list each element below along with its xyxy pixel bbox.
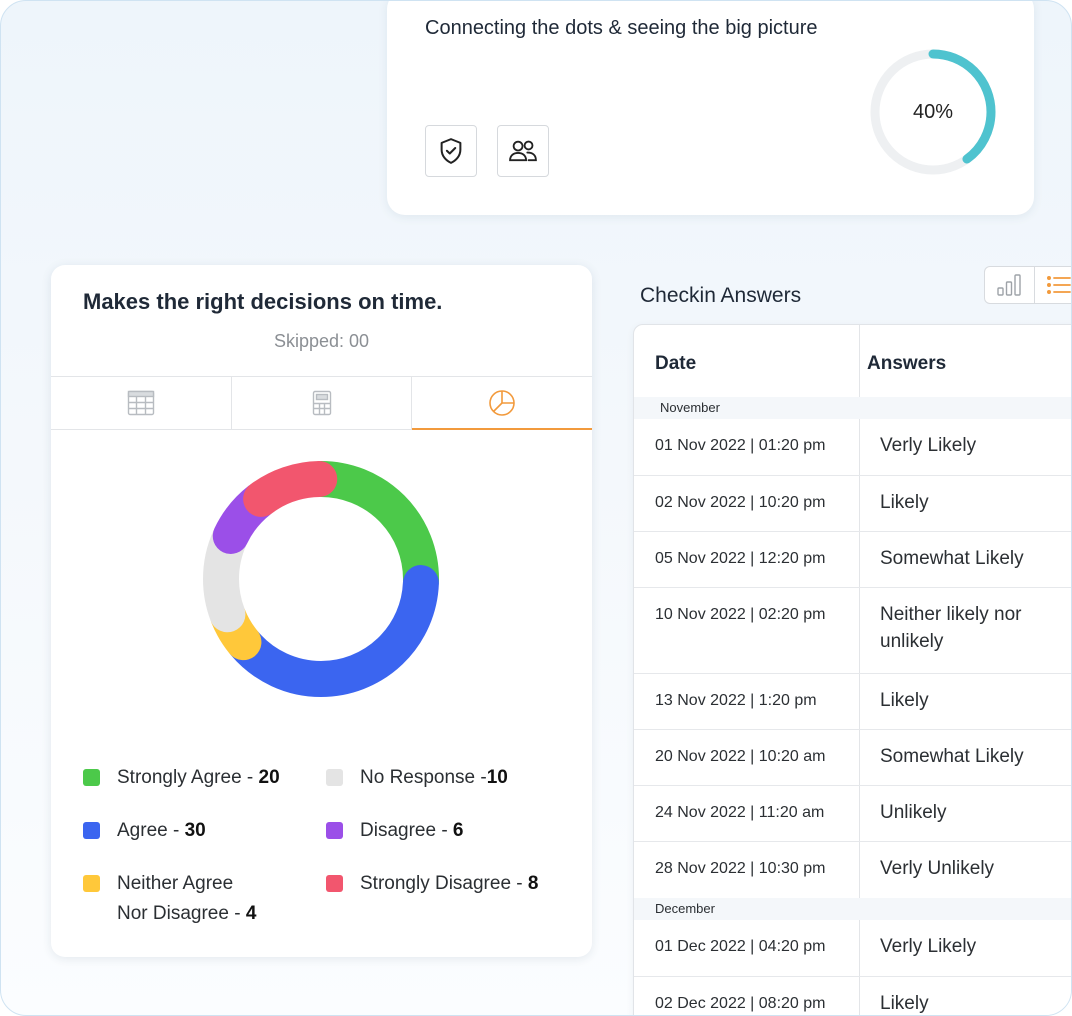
legend-swatch	[83, 875, 100, 892]
legend-swatch	[83, 822, 100, 839]
tab-pie-chart[interactable]	[412, 377, 592, 430]
row-date: 01 Dec 2022 | 04:20 pm	[655, 938, 826, 955]
pie-chart-icon	[489, 390, 515, 416]
table-row[interactable]: 05 Nov 2022 | 12:20 pm Somewhat Likely	[634, 532, 1071, 588]
legend-item: Disagree - 6	[326, 816, 464, 846]
legend-label: Strongly Disagree -	[360, 873, 528, 894]
legend-label: No Response -	[360, 767, 487, 788]
question-card: Makes the right decisions on time. Skipp…	[51, 265, 592, 957]
legend-value: 30	[184, 820, 206, 841]
legend-label: Neither Agree	[117, 873, 234, 894]
legend-value: 4	[245, 903, 257, 924]
legend-value: 10	[486, 767, 508, 788]
legend-swatch	[326, 769, 343, 786]
shield-button[interactable]	[425, 125, 477, 177]
tab-calculator[interactable]	[232, 377, 413, 429]
legend-value: 20	[258, 767, 280, 788]
row-date: 13 Nov 2022 | 1:20 pm	[655, 692, 817, 709]
row-answer: Likely	[880, 690, 929, 711]
shield-check-icon	[440, 138, 462, 164]
row-answer: Neither likely nor unlikely	[880, 604, 1022, 652]
skipped-count: Skipped: 00	[273, 331, 370, 351]
table-row[interactable]: 28 Nov 2022 | 10:30 pm Verly Unlikely	[634, 842, 1071, 898]
view-tabs	[51, 376, 592, 430]
row-date: 20 Nov 2022 | 10:20 am	[655, 748, 826, 765]
legend-item: No Response -10	[326, 763, 508, 793]
chart-view-button[interactable]	[985, 267, 1035, 303]
legend-item: Neither Agree Nor Disagree - 4	[83, 869, 256, 929]
bar-chart-icon	[997, 274, 1021, 296]
group-row-december: December	[634, 898, 1071, 920]
row-answer: Somewhat Likely	[880, 746, 1024, 767]
row-answer: Verly Unlikely	[880, 858, 995, 879]
group-label: December	[655, 901, 715, 916]
row-answer: Somewhat Likely	[880, 548, 1024, 569]
row-date: 24 Nov 2022 | 11:20 am	[655, 804, 825, 821]
row-date: 05 Nov 2022 | 12:20 pm	[655, 550, 826, 567]
legend-label: Agree -	[117, 820, 185, 841]
table-row[interactable]: 13 Nov 2022 | 1:20 pm Likely	[634, 674, 1071, 730]
row-date: 02 Nov 2022 | 10:20 pm	[655, 494, 826, 511]
row-date: 02 Dec 2022 | 08:20 pm	[655, 995, 826, 1012]
progress-label: 40%	[912, 100, 954, 123]
legend-label-line2: Nor Disagree -	[117, 903, 246, 924]
tab-table[interactable]	[51, 377, 232, 429]
goal-title: Connecting the dots & seeing the big pic…	[425, 17, 818, 39]
table-row[interactable]: 01 Dec 2022 | 04:20 pm Verly Likely	[634, 920, 1071, 977]
legend-item: Strongly Disagree - 8	[326, 869, 538, 899]
table-header: Date Answers	[634, 325, 1071, 397]
goal-card: Connecting the dots & seeing the big pic…	[387, 1, 1034, 215]
row-date: 10 Nov 2022 | 02:20 pm	[655, 606, 826, 623]
progress-ring: 40%	[867, 46, 999, 178]
legend-label: Strongly Agree -	[117, 767, 259, 788]
group-label: November	[660, 400, 720, 415]
list-view-button[interactable]	[1035, 267, 1072, 303]
legend-label: Disagree -	[360, 820, 453, 841]
calculator-icon	[312, 390, 331, 416]
row-date: 28 Nov 2022 | 10:30 pm	[655, 860, 826, 877]
legend-value: 6	[452, 820, 464, 841]
app-frame: Connecting the dots & seeing the big pic…	[0, 0, 1072, 1016]
table-row[interactable]: 02 Dec 2022 | 08:20 pm Likely	[634, 977, 1071, 1015]
legend-value: 8	[527, 873, 539, 894]
row-date: 01 Nov 2022 | 01:20 pm	[655, 437, 826, 454]
row-answer: Likely	[880, 492, 929, 513]
legend-swatch	[83, 769, 100, 786]
row-answer: Verly Likely	[880, 435, 977, 456]
checkin-table: Date Answers November 01 Nov 2022 | 01:2…	[633, 324, 1071, 1015]
donut-chart	[203, 461, 439, 697]
table-row[interactable]: 10 Nov 2022 | 02:20 pm Neither likely no…	[634, 588, 1071, 674]
legend-swatch	[326, 875, 343, 892]
users-icon	[509, 140, 537, 162]
question-title: Makes the right decisions on time.	[83, 289, 443, 314]
column-header-answers: Answers	[867, 353, 947, 374]
row-answer: Likely	[880, 993, 929, 1014]
list-icon	[1046, 276, 1071, 294]
legend-swatch	[326, 822, 343, 839]
view-toggle	[984, 266, 1072, 304]
table-row[interactable]: 20 Nov 2022 | 10:20 am Somewhat Likely	[634, 730, 1071, 786]
table-icon	[127, 390, 155, 416]
table-row[interactable]: 01 Nov 2022 | 01:20 pm Verly Likely	[634, 419, 1071, 476]
table-row[interactable]: 24 Nov 2022 | 11:20 am Unlikely	[634, 786, 1071, 842]
table-row[interactable]: 02 Nov 2022 | 10:20 pm Likely	[634, 476, 1071, 532]
row-answer: Unlikely	[880, 802, 947, 823]
legend-item: Strongly Agree - 20	[83, 763, 280, 793]
legend-item: Agree - 30	[83, 816, 206, 846]
column-header-date: Date	[655, 353, 697, 374]
group-row-november: November	[634, 397, 1071, 419]
team-button[interactable]	[497, 125, 549, 177]
checkin-title: Checkin Answers	[640, 284, 802, 307]
row-answer: Verly Likely	[880, 936, 977, 957]
